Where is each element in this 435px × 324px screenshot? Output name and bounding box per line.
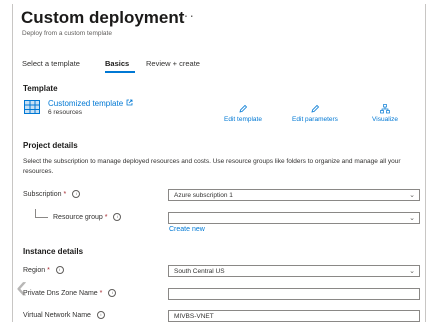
dns-zone-label-text: Private Dns Zone Name: [23, 289, 98, 297]
page-title: Custom deployment: [21, 8, 185, 27]
edit-template-label: Edit template: [224, 116, 262, 123]
template-name-link[interactable]: Customized template: [48, 99, 133, 108]
external-link-icon: [126, 99, 133, 106]
template-name: Customized template: [48, 99, 124, 108]
blade-frame: Custom deployment ··· Deploy from a cust…: [12, 4, 426, 322]
info-icon[interactable]: i: [108, 289, 117, 297]
chevron-down-icon: ⌄: [409, 268, 415, 275]
ellipsis-icon[interactable]: ···: [178, 7, 195, 23]
chevron-down-icon: ⌄: [409, 192, 415, 199]
subscription-label-text: Subscription: [23, 190, 62, 198]
info-icon[interactable]: i: [55, 266, 64, 274]
edit-parameters-label: Edit parameters: [292, 116, 338, 123]
resource-group-label: Resource group * i: [53, 213, 122, 221]
visualize-button[interactable]: Visualize: [365, 104, 405, 123]
region-value: South Central US: [174, 268, 225, 275]
template-grid-icon: [24, 100, 40, 114]
pencil-icon: [311, 104, 320, 113]
subscription-value: Azure subscription 1: [174, 192, 233, 199]
vnet-input[interactable]: MIVBS-VNET: [168, 310, 420, 322]
project-details-heading: Project details: [23, 141, 78, 150]
edit-parameters-button[interactable]: Edit parameters: [285, 104, 345, 123]
visualize-label: Visualize: [372, 116, 398, 123]
tab-select-template[interactable]: Select a template: [22, 59, 80, 68]
create-new-link[interactable]: Create new: [169, 226, 205, 233]
page-subtitle: Deploy from a custom template: [22, 30, 112, 37]
required-marker: *: [104, 213, 108, 221]
chevron-left-icon[interactable]: ‹: [16, 270, 27, 304]
required-marker: *: [99, 289, 103, 297]
template-heading: Template: [23, 84, 58, 93]
pencil-icon: [239, 104, 248, 113]
chevron-down-icon: ⌄: [409, 215, 415, 222]
instance-details-heading: Instance details: [23, 247, 84, 256]
dns-zone-input[interactable]: [168, 288, 420, 300]
region-dropdown[interactable]: South Central US ⌄: [168, 265, 420, 277]
info-icon[interactable]: i: [96, 311, 105, 319]
edit-template-button[interactable]: Edit template: [218, 104, 268, 123]
vnet-value: MIVBS-VNET: [174, 313, 214, 320]
info-icon[interactable]: i: [113, 213, 122, 221]
tree-connector: [35, 209, 48, 218]
active-tab-indicator: [105, 71, 135, 73]
tab-basics[interactable]: Basics: [105, 59, 129, 68]
vnet-label-text: Virtual Network Name: [23, 311, 91, 319]
project-description: Select the subscription to manage deploy…: [23, 158, 401, 175]
tab-review-create[interactable]: Review + create: [146, 59, 200, 68]
subscription-label: Subscription * i: [23, 190, 81, 198]
subscription-dropdown[interactable]: Azure subscription 1 ⌄: [168, 189, 420, 201]
resource-group-dropdown[interactable]: ⌄: [168, 212, 420, 224]
required-marker: *: [63, 190, 67, 198]
info-icon[interactable]: i: [72, 190, 81, 198]
vnet-label: Virtual Network Name i: [23, 311, 105, 319]
resource-group-label-text: Resource group: [53, 213, 103, 221]
template-resources: 6 resources: [48, 109, 82, 116]
region-label: Region * i: [23, 266, 64, 274]
visualize-icon: [380, 104, 390, 114]
dns-zone-label: Private Dns Zone Name * i: [23, 289, 117, 297]
required-marker: *: [47, 266, 50, 274]
